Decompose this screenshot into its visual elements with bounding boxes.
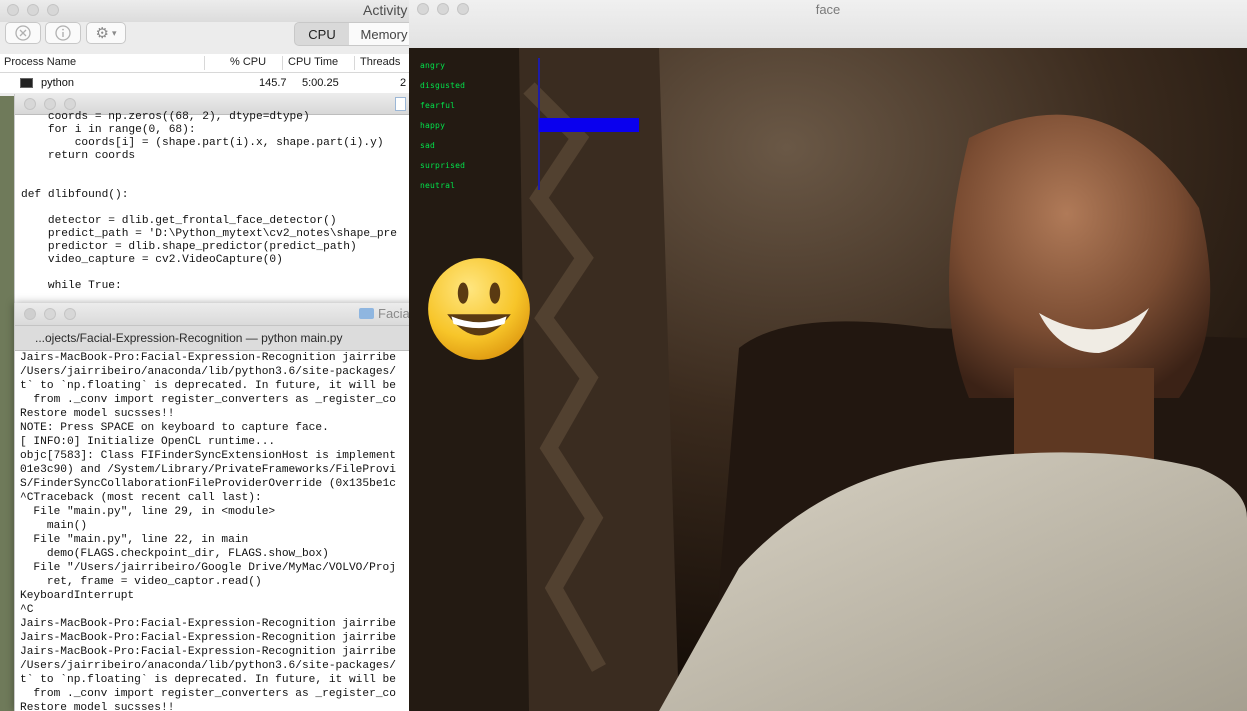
close-window-button[interactable] (7, 4, 19, 16)
folder-icon (359, 308, 374, 319)
terminal-line: t` to `np.floating` is deprecated. In fu… (20, 674, 396, 686)
emotion-label-sad: sad (420, 141, 436, 150)
column-divider (282, 56, 283, 70)
emotion-label-angry: angry (420, 61, 446, 70)
zoom-window-button[interactable] (64, 98, 76, 110)
process-cpu: 145.7 (259, 77, 287, 89)
zoom-window-button[interactable] (47, 4, 59, 16)
stop-process-button[interactable] (5, 22, 41, 44)
column-cpu-time[interactable]: CPU Time (288, 56, 338, 68)
terminal-line: from ._conv import register_converters a… (20, 688, 396, 700)
document-icon (395, 97, 406, 111)
inspect-process-button[interactable] (45, 22, 81, 44)
code-line: return coords (21, 150, 136, 162)
emotion-label-surprised: surprised (420, 161, 466, 170)
code-line: video_capture = cv2.VideoCapture(0) (21, 254, 283, 266)
curtain (519, 48, 679, 711)
column-divider (204, 56, 205, 70)
terminal-line: S/FinderSyncCollaborationFileProviderOve… (20, 478, 396, 490)
terminal-folder-title: Facia (378, 306, 410, 321)
terminal-line: Jairs-MacBook-Pro:Facial-Expression-Reco… (20, 646, 396, 658)
emotion-bar-happy (539, 118, 639, 132)
terminal-line: demo(FLAGS.checkpoint_dir, FLAGS.show_bo… (20, 548, 329, 560)
smiling-face-icon (428, 258, 530, 360)
close-window-button[interactable] (24, 308, 36, 320)
terminal-app-icon (20, 78, 33, 88)
column-process-name[interactable]: Process Name (4, 56, 76, 68)
terminal-line: File "/Users/jairribeiro/Google Drive/My… (20, 562, 396, 574)
terminal-line: /Users/jairribeiro/anaconda/lib/python3.… (20, 366, 396, 378)
code-area[interactable]: coords = np.zeros((68, 2), dtype=dtype) … (15, 111, 421, 306)
terminal-line: Jairs-MacBook-Pro:Facial-Expression-Reco… (20, 352, 396, 364)
code-line: coords = np.zeros((68, 2), dtype=dtype) (21, 111, 310, 123)
code-line: predict_path = 'D:\Python_mytext\cv2_not… (21, 228, 397, 240)
minimize-window-button[interactable] (44, 98, 56, 110)
terminal-output[interactable]: Jairs-MacBook-Pro:Facial-Expression-Reco… (15, 351, 421, 711)
column-cpu-percent[interactable]: % CPU (230, 56, 266, 68)
face-window: face angry disgusted fearful happy sad s… (409, 0, 1247, 711)
stop-icon (15, 25, 31, 41)
terminal-line: [ INFO:0] Initialize OpenCL runtime... (20, 436, 276, 448)
terminal-line: from ._conv import register_converters a… (20, 394, 396, 406)
info-icon (55, 25, 71, 41)
code-editor-window: coords = np.zeros((68, 2), dtype=dtype) … (14, 94, 421, 306)
terminal-line: Jairs-MacBook-Pro:Facial-Expression-Reco… (20, 632, 396, 644)
camera-frame (409, 48, 1247, 711)
emotion-label-happy: happy (420, 121, 446, 130)
code-line: coords[i] = (shape.part(i).x, shape.part… (21, 137, 384, 149)
terminal-window: Facia ...ojects/Facial-Expression-Recogn… (14, 303, 421, 711)
activity-titlebar: Activity (0, 0, 420, 22)
face-titlebar: face (409, 0, 1247, 49)
terminal-line: Restore model sucsses!! (20, 702, 175, 711)
action-menu-button[interactable]: ⚙ ▾ (86, 22, 126, 44)
window-title: face (815, 2, 841, 17)
minimize-window-button[interactable] (27, 4, 39, 16)
terminal-line: File "main.py", line 22, in main (20, 534, 249, 546)
terminal-tab[interactable]: ...ojects/Facial-Expression-Recognition … (15, 325, 421, 351)
terminal-line: File "main.py", line 29, in <module> (20, 506, 276, 518)
terminal-line: main() (20, 520, 88, 532)
tab-title: ...ojects/Facial-Expression-Recognition … (35, 331, 343, 345)
minimize-window-button[interactable] (44, 308, 56, 320)
activity-monitor-window: Activity ⚙ ▾ CPU Memory Process Name % C… (0, 0, 420, 96)
column-divider (354, 56, 355, 70)
code-line: def dlibfound(): (21, 189, 129, 201)
terminal-line: ^CTraceback (most recent call last): (20, 492, 262, 504)
terminal-line: NOTE: Press SPACE on keyboard to capture… (20, 422, 329, 434)
terminal-line: KeyboardInterrupt (20, 590, 135, 602)
chevron-down-icon: ▾ (111, 27, 117, 38)
column-threads[interactable]: Threads (360, 56, 400, 68)
process-cpu-time: 5:00.25 (302, 77, 339, 89)
table-row[interactable]: python 145.7 5:00.25 2 (0, 73, 420, 93)
emotion-label-neutral: neutral (420, 181, 456, 190)
tab-cpu[interactable]: CPU (294, 22, 350, 46)
process-table-header: Process Name % CPU CPU Time Threads (0, 54, 420, 73)
code-line: detector = dlib.get_frontal_face_detecto… (21, 215, 337, 227)
code-line: while True: (21, 280, 122, 292)
emotion-label-fearful: fearful (420, 101, 456, 110)
terminal-line: /Users/jairribeiro/anaconda/lib/python3.… (20, 660, 396, 672)
terminal-line: Jairs-MacBook-Pro:Facial-Expression-Reco… (20, 618, 396, 630)
terminal-line: Restore model sucsses!! (20, 408, 175, 420)
code-line: predictor = dlib.shape_predictor(predict… (21, 241, 357, 253)
terminal-line: ret, frame = video_captor.read() (20, 576, 262, 588)
zoom-window-button[interactable] (64, 308, 76, 320)
process-name: python (41, 77, 75, 89)
terminal-line: 01e3c90) and /System/Library/PrivateFram… (20, 464, 396, 476)
terminal-line: t` to `np.floating` is deprecated. In fu… (20, 380, 396, 392)
window-title: Activity (363, 2, 408, 18)
terminal-line: ^C (20, 604, 34, 616)
code-line: for i in range(0, 68): (21, 124, 196, 136)
close-window-button[interactable] (24, 98, 36, 110)
gear-icon: ⚙ (95, 25, 109, 42)
emotion-label-disgusted: disgusted (420, 81, 466, 90)
terminal-titlebar: Facia (15, 303, 421, 325)
process-threads: 2 (400, 77, 407, 89)
terminal-line: objc[7583]: Class FIFinderSyncExtensionH… (20, 450, 396, 462)
